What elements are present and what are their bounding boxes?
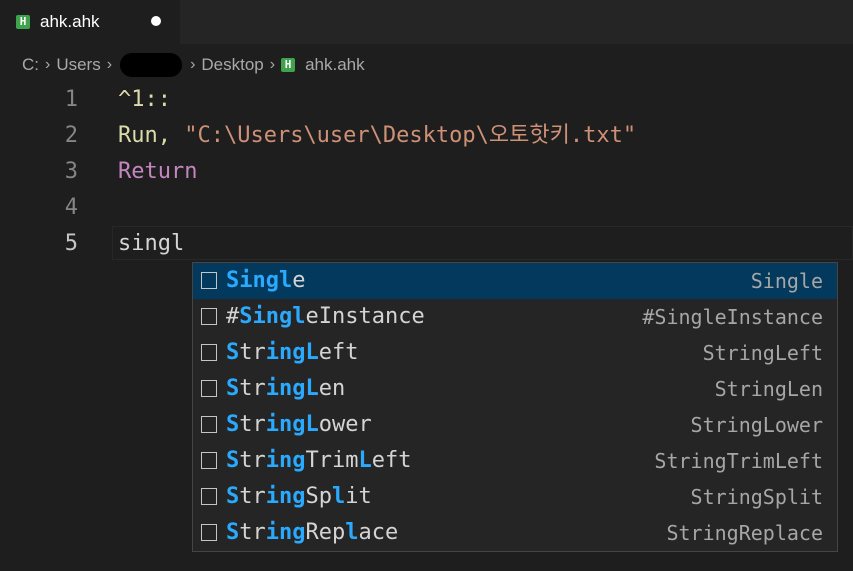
code-line-5: 5 singl <box>0 226 853 262</box>
suggestion-detail: Single <box>750 269 823 293</box>
breadcrumb-file-label: ahk.ahk <box>305 55 365 74</box>
keyword-icon <box>201 344 217 361</box>
code-text: Return <box>118 159 198 184</box>
suggestion-item[interactable]: StringLen StringLen <box>193 371 837 407</box>
tab-label: ahk.ahk <box>40 12 100 31</box>
line-number: 2 <box>64 123 78 148</box>
suggestion-label: StringLen <box>226 376 346 401</box>
line-number: 4 <box>64 195 78 220</box>
keyword-icon <box>201 308 217 325</box>
suggestion-detail: StringLeft <box>702 341 823 365</box>
code-text: singl <box>118 231 185 256</box>
breadcrumb-desktop[interactable]: Desktop <box>201 55 263 75</box>
suggestion-item[interactable]: StringLeft StringLeft <box>193 335 837 371</box>
suggestion-item[interactable]: StringTrimLeft StringTrimLeft <box>193 443 837 479</box>
code-line-2: 2 Run, "C:\Users\user\Desktop\오토핫키.txt" <box>0 118 853 154</box>
keyword-icon <box>201 416 217 433</box>
unsaved-dot-icon[interactable] <box>151 16 161 26</box>
suggestion-label: StringLeft <box>226 340 359 365</box>
code-line-3: 3 Return <box>0 154 853 190</box>
line-number: 5 <box>64 231 78 256</box>
chevron-right-icon: › <box>190 56 196 73</box>
suggestion-detail: StringReplace <box>666 521 823 545</box>
suggestion-detail: StringTrimLeft <box>654 449 823 473</box>
breadcrumb-users[interactable]: Users <box>56 55 100 75</box>
code-line-1: 1 ^1:: <box>0 82 853 118</box>
chevron-right-icon: › <box>269 56 276 73</box>
keyword-icon <box>201 380 217 397</box>
suggestion-detail: StringSplit <box>690 485 823 509</box>
suggestion-item[interactable]: Single Single <box>193 263 837 299</box>
suggestion-item[interactable]: StringSplit StringSplit <box>193 479 837 515</box>
line-number: 1 <box>64 87 78 112</box>
suggestion-item[interactable]: StringReplace StringReplace <box>193 515 837 551</box>
line-number: 3 <box>64 159 78 184</box>
code-text: Run, "C:\Users\user\Desktop\오토핫키.txt" <box>118 118 636 154</box>
suggestion-item[interactable]: StringLower StringLower <box>193 407 837 443</box>
path-string: "C:\Users\user\Desktop\오토핫키.txt" <box>184 123 637 148</box>
suggestion-label: StringReplace <box>226 520 399 545</box>
suggestion-label: StringTrimLeft <box>226 448 412 473</box>
keyword-icon <box>201 524 217 541</box>
code-text: ^1:: <box>118 87 171 112</box>
suggestion-item[interactable]: #SingleInstance #SingleInstance <box>193 299 837 335</box>
tab-bar: H ahk.ahk <box>0 0 853 44</box>
chevron-right-icon: › <box>106 56 113 73</box>
keyword-icon <box>201 488 217 505</box>
ahk-file-icon: H <box>281 58 296 72</box>
suggestion-detail: StringLen <box>714 377 823 401</box>
suggestion-label: Single <box>226 268 306 293</box>
tab-ahk[interactable]: H ahk.ahk <box>0 0 180 44</box>
suggest-widget: Single Single #SingleInstance #SingleIns… <box>192 262 838 552</box>
suggestion-detail: StringLower <box>690 413 823 437</box>
breadcrumb-file[interactable]: H ahk.ahk <box>281 55 365 75</box>
keyword-icon <box>201 272 217 289</box>
code-line-4: 4 <box>0 190 853 226</box>
suggestion-label: #SingleInstance <box>226 304 425 329</box>
suggestion-detail: #SingleInstance <box>642 305 823 329</box>
breadcrumb: C: › Users › › Desktop › H ahk.ahk <box>0 44 853 86</box>
suggestion-label: StringLower <box>226 412 372 437</box>
redacted-username <box>120 53 183 77</box>
breadcrumb-drive[interactable]: C: <box>22 55 39 75</box>
suggestion-label: StringSplit <box>226 484 372 509</box>
chevron-right-icon: › <box>45 56 51 73</box>
keyword-icon <box>201 452 217 469</box>
run-keyword: Run, <box>118 123 185 148</box>
ahk-file-icon: H <box>16 15 30 29</box>
